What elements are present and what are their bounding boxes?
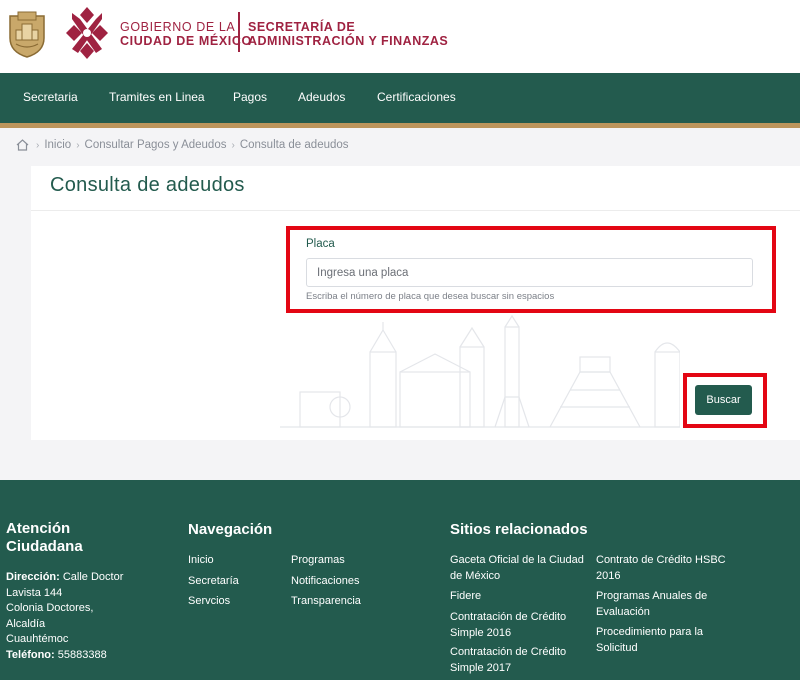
gaceta-line1: Gaceta Oficial de la Ciudad (450, 554, 584, 566)
nav-item-certificaciones[interactable]: Certificaciones (377, 90, 456, 104)
gobierno-cdmx-text: GOBIERNO DE LA CIUDAD DE MÉXICO (120, 20, 252, 48)
footer-link-transparencia[interactable]: Transparencia (291, 594, 361, 610)
breadcrumb: › Inicio › Consultar Pagos y Adeudos › C… (16, 139, 349, 151)
footer-link-programas-anuales[interactable]: Programas Anuales de Evaluación (596, 589, 707, 620)
gobierno-line2: CIUDAD DE MÉXICO (120, 34, 252, 48)
credito-2016-line1: Contratación de Crédito (450, 611, 567, 623)
breadcrumb-separator: › (36, 139, 40, 151)
direccion-label: Dirección: (6, 571, 60, 583)
footer-link-gaceta[interactable]: Gaceta Oficial de la Ciudad de México (450, 553, 584, 584)
footer-link-procedimiento[interactable]: Procedimiento para la Solicitud (596, 625, 703, 656)
footer-sitios-title: Sitios relacionados (450, 521, 588, 538)
footer-link-programas[interactable]: Programas (291, 553, 345, 569)
site-footer: Atención Ciudadana Dirección: Calle Doct… (0, 480, 800, 680)
procedimiento-line2: Solicitud (596, 641, 638, 654)
secretaria-line2: ADMINISTRACIÓN Y FINANZAS (248, 34, 449, 48)
breadcrumb-separator: › (231, 139, 235, 151)
footer-link-credito-2016[interactable]: Contratación de Crédito Simple 2016 (450, 610, 566, 641)
city-skyline-illustration (280, 314, 680, 428)
telefono-value: 55883388 (57, 648, 107, 661)
programas-anuales-line1: Programas Anuales de (596, 590, 708, 602)
header-divider (238, 12, 240, 52)
gaceta-line2: de México (450, 569, 501, 582)
direccion-line1: Calle Doctor (62, 571, 124, 583)
nav-item-secretaria[interactable]: Secretaria (23, 90, 78, 104)
hsbc-line1: Contrato de Crédito HSBC (596, 554, 726, 566)
coat-of-arms-icon (9, 11, 45, 58)
footer-link-servicios[interactable]: Servcios (188, 594, 230, 610)
main-nav: Secretaria Tramites en Linea Pagos Adeud… (0, 73, 800, 123)
programas-anuales-line2: Evaluación (596, 605, 650, 618)
breadcrumb-separator: › (76, 139, 80, 151)
atencion-title-line1: Atención (6, 520, 71, 537)
hsbc-line2: 2016 (596, 569, 621, 582)
home-icon[interactable] (16, 139, 29, 151)
nav-item-tramites[interactable]: Tramites en Linea (109, 90, 205, 104)
footer-link-hsbc[interactable]: Contrato de Crédito HSBC 2016 (596, 553, 726, 584)
secretaria-line1: SECRETARÍA DE (248, 20, 356, 34)
breadcrumb-consultar-pagos[interactable]: Consultar Pagos y Adeudos (85, 139, 227, 151)
footer-navegacion-title: Navegación (188, 521, 273, 538)
nav-gold-stripe (0, 123, 800, 128)
placa-highlight-box (286, 226, 776, 313)
nav-item-pagos[interactable]: Pagos (233, 90, 267, 104)
footer-link-notificaciones[interactable]: Notificaciones (291, 574, 359, 590)
footer-direccion: Dirección: Calle Doctor Lavista 144 Colo… (6, 570, 166, 663)
site-header: GOBIERNO DE LA CIUDAD DE MÉXICO SECRETAR… (0, 0, 800, 73)
direccion-line3: Colonia Doctores, (6, 602, 94, 614)
credito-2017-line2: Simple 2017 (450, 661, 512, 674)
breadcrumb-inicio[interactable]: Inicio (44, 139, 71, 151)
footer-link-secretaria[interactable]: Secretaría (188, 574, 239, 590)
fidere-line1: Fidere (450, 590, 482, 602)
footer-link-credito-2017[interactable]: Contratación de Crédito Simple 2017 (450, 645, 566, 676)
direccion-line2: Lavista 144 (6, 586, 63, 599)
procedimiento-line1: Procedimiento para la (596, 626, 704, 638)
direccion-line5: Cuauhtémoc (6, 633, 69, 645)
footer-atencion-title: Atención Ciudadana (6, 520, 83, 556)
footer-link-fidere[interactable]: Fidere (450, 589, 481, 605)
direccion-line4: Alcaldía (6, 617, 46, 630)
atencion-title-line2: Ciudadana (6, 538, 83, 555)
buscar-highlight-box (683, 373, 767, 428)
cdmx-logo-icon (66, 7, 108, 59)
title-divider (31, 210, 800, 211)
gobierno-line1: GOBIERNO DE LA (120, 20, 236, 34)
secretaria-text: SECRETARÍA DE ADMINISTRACIÓN Y FINANZAS (248, 20, 448, 48)
credito-2017-line1: Contratación de Crédito (450, 646, 567, 658)
footer-link-inicio[interactable]: Inicio (188, 553, 214, 569)
credito-2016-line2: Simple 2016 (450, 626, 512, 639)
breadcrumb-current: Consulta de adeudos (239, 139, 349, 151)
nav-item-adeudos[interactable]: Adeudos (298, 90, 345, 104)
telefono-label: Teléfono: (6, 648, 55, 661)
page-title: Consulta de adeudos (50, 174, 245, 196)
